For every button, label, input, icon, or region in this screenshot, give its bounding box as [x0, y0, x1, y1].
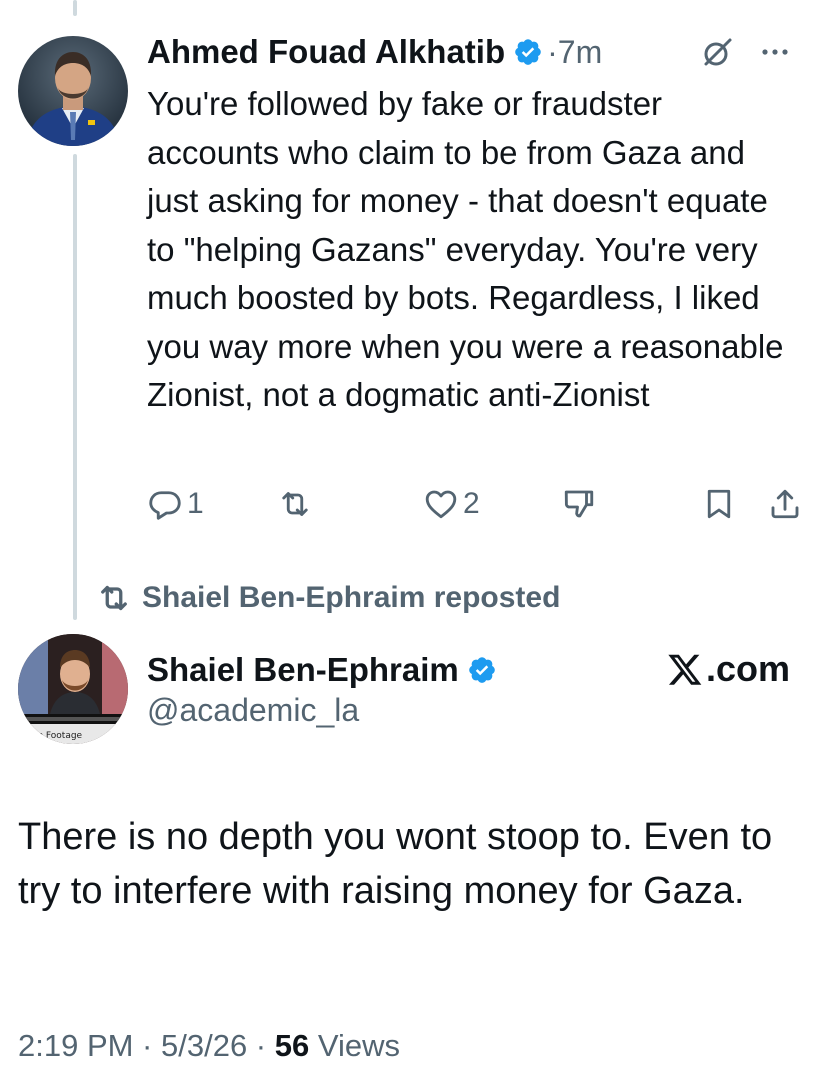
tweet-meta: 2:19 PM · 5/3/26 · 56 Views: [18, 1028, 400, 1064]
like-button[interactable]: 2: [423, 480, 480, 528]
repost-icon: [282, 492, 308, 516]
reposter-avatar[interactable]: ee Footage: [18, 634, 128, 744]
more-icon[interactable]: [760, 42, 790, 62]
reposter-header: Shaiel Ben-Ephraim: [147, 646, 497, 694]
dislike-button[interactable]: [561, 480, 597, 528]
repost-button[interactable]: [277, 480, 313, 528]
svg-text:ee Footage: ee Footage: [32, 731, 83, 741]
views-label: Views: [309, 1028, 400, 1063]
grok-icon[interactable]: [700, 36, 734, 70]
like-icon: [425, 490, 457, 519]
dislike-icon: [564, 490, 594, 518]
source-label: .com: [666, 648, 790, 690]
tweet-header: Ahmed Fouad Alkhatib ·7m: [147, 28, 810, 76]
thread-line: [73, 154, 77, 620]
share-icon: [771, 489, 799, 519]
tweet-text: You're followed by fake or fraudster acc…: [147, 85, 784, 413]
reply-count: 1: [187, 487, 204, 520]
author-avatar[interactable]: [18, 36, 128, 146]
reply-icon: [149, 491, 181, 520]
timestamp[interactable]: 2:19 PM · 5/3/26 ·: [18, 1028, 275, 1063]
repost-label: Shaiel Ben-Ephraim reposted: [142, 581, 561, 614]
views-count: 56: [274, 1028, 310, 1063]
verified-badge-icon: [515, 39, 541, 65]
quoted-text: There is no depth you wont stoop to. Eve…: [18, 816, 773, 912]
share-button[interactable]: [767, 480, 803, 528]
thread-line-top: [73, 0, 77, 16]
source-text: .com: [705, 648, 790, 689]
tweet-time[interactable]: ·7m: [547, 34, 602, 71]
author-name[interactable]: Ahmed Fouad Alkhatib: [147, 33, 505, 71]
verified-badge-icon: [468, 657, 495, 683]
bookmark-icon: [707, 489, 731, 519]
repost-context[interactable]: Shaiel Ben-Ephraim reposted: [96, 576, 560, 620]
x-logo-icon: [668, 654, 702, 685]
repost-icon: [101, 585, 127, 611]
quoted-handle[interactable]: @academic_la: [147, 692, 359, 729]
reply-button[interactable]: 1: [147, 480, 204, 528]
like-count: 2: [463, 487, 480, 520]
tweet-actions: 1 2: [147, 480, 817, 528]
bookmark-button[interactable]: [701, 480, 737, 528]
quoted-author-name[interactable]: Shaiel Ben-Ephraim: [147, 651, 459, 689]
